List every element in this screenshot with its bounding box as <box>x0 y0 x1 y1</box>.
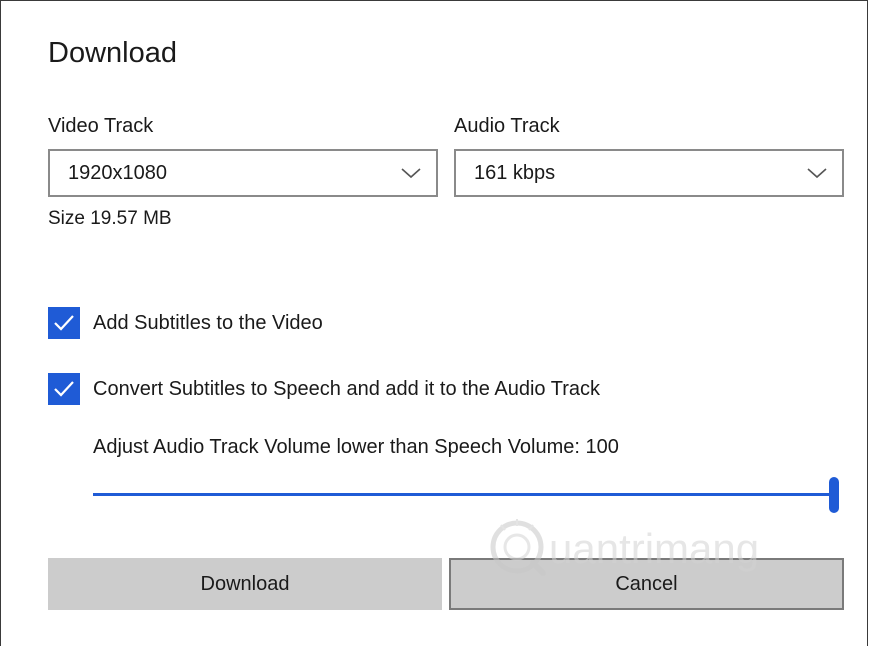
file-size-text: Size 19.57 MB <box>48 208 172 229</box>
download-dialog: Download Video Track 1920x1080 Audio Tra… <box>0 0 868 646</box>
audio-track-select[interactable]: 161 kbps <box>454 149 844 197</box>
convert-speech-label: Convert Subtitles to Speech and add it t… <box>93 377 600 400</box>
volume-label: Adjust Audio Track Volume lower than Spe… <box>93 436 619 458</box>
video-track-value: 1920x1080 <box>68 161 167 184</box>
add-subtitles-label: Add Subtitles to the Video <box>93 311 323 334</box>
download-button[interactable]: Download <box>48 558 442 610</box>
dialog-title: Download <box>48 37 177 69</box>
chevron-down-icon <box>401 168 421 179</box>
convert-speech-checkbox[interactable] <box>48 373 80 405</box>
add-subtitles-checkbox[interactable] <box>48 307 80 339</box>
checkmark-icon <box>54 315 74 331</box>
add-subtitles-option[interactable]: Add Subtitles to the Video <box>48 307 323 339</box>
volume-slider-fill <box>93 493 834 496</box>
volume-slider-thumb[interactable] <box>829 477 839 513</box>
audio-track-value: 161 kbps <box>474 161 556 184</box>
volume-slider[interactable] <box>93 477 845 513</box>
audio-track-label: Audio Track <box>454 115 560 137</box>
convert-speech-option[interactable]: Convert Subtitles to Speech and add it t… <box>48 373 600 405</box>
chevron-down-icon <box>807 168 827 179</box>
checkmark-icon <box>54 381 74 397</box>
cancel-button[interactable]: Cancel <box>449 558 844 610</box>
video-track-select[interactable]: 1920x1080 <box>48 149 438 197</box>
video-track-label: Video Track <box>48 115 154 137</box>
